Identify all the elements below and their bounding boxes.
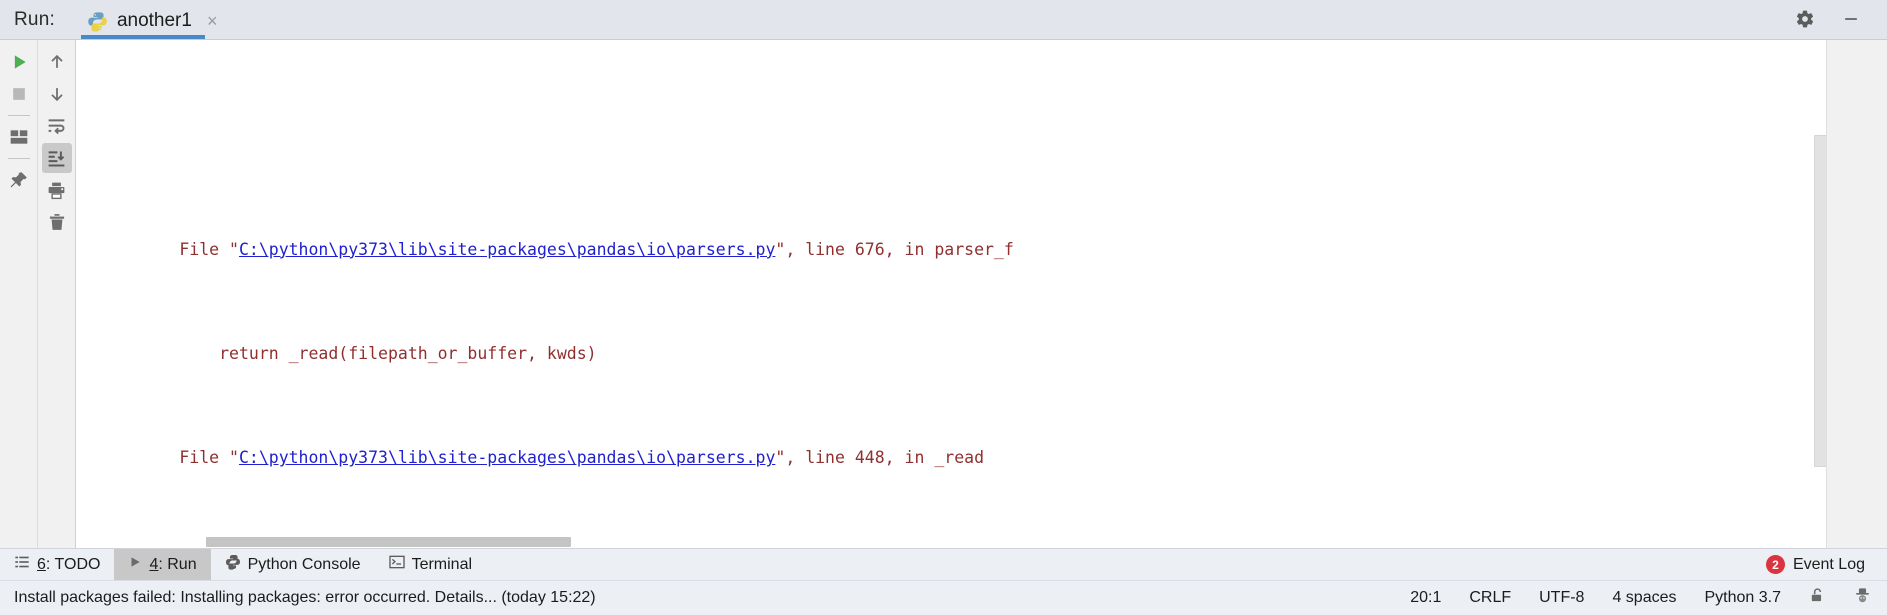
arrow-down-icon[interactable]: [42, 79, 72, 109]
indent-widget[interactable]: 4 spaces: [1612, 589, 1676, 607]
status-message[interactable]: Install packages failed: Installing pack…: [0, 589, 596, 607]
run-content-area: File "C:\python\py373\lib\site-packages\…: [0, 40, 1887, 548]
list-icon: [14, 554, 30, 575]
console-line: File "C:\python\py373\lib\site-packages\…: [80, 419, 1826, 467]
pin-icon[interactable]: [4, 165, 34, 195]
pycharm-run-window: Run: another1 × File "C:\python\py373\li…: [0, 0, 1887, 615]
tool-window-python-console[interactable]: Python Console: [211, 549, 375, 580]
tool-window-terminal[interactable]: Terminal: [375, 549, 486, 580]
trace-prefix: File ": [179, 239, 239, 259]
caret-position-widget[interactable]: 20:1: [1410, 589, 1441, 607]
rerun-button[interactable]: [4, 47, 34, 77]
trace-suffix: ", line 448, in _read: [775, 448, 985, 468]
status-bar-widgets: 20:1 CRLF UTF-8 4 spaces Python 3.7: [1410, 587, 1887, 609]
run-tab-title: another1: [116, 10, 192, 31]
tool-window-run[interactable]: 4: Run: [114, 549, 211, 580]
restore-layout-button[interactable]: [4, 122, 34, 152]
gear-icon[interactable]: [1795, 9, 1815, 29]
console-horizontal-scrollbar[interactable]: [76, 536, 1813, 548]
trash-icon[interactable]: [42, 207, 72, 237]
stop-button[interactable]: [4, 79, 34, 109]
run-label: Run:: [14, 9, 55, 30]
console-line: File "C:\python\py373\lib\site-packages\…: [80, 211, 1826, 259]
interpreter-widget[interactable]: Python 3.7: [1705, 589, 1782, 607]
tool-window-text: : TODO: [45, 555, 101, 573]
console-output[interactable]: File "C:\python\py373\lib\site-packages\…: [76, 40, 1826, 548]
event-log-label[interactable]: Event Log: [1793, 556, 1865, 574]
trace-suffix: ", line 676, in parser_f: [775, 239, 1014, 259]
soft-wrap-icon[interactable]: [42, 111, 72, 141]
header-window-controls: [1795, 9, 1887, 39]
event-log-area[interactable]: 2 Event Log: [1765, 549, 1887, 580]
terminal-icon: [388, 554, 405, 575]
console-line: File "C:\python\py373\lib\site-packages\…: [80, 106, 1826, 120]
tool-window-todo[interactable]: 6: TODO: [0, 549, 114, 580]
run-console-panel[interactable]: File "C:\python\py373\lib\site-packages\…: [76, 40, 1826, 548]
status-bar: Install packages failed: Installing pack…: [0, 580, 1887, 615]
play-small-icon: [128, 555, 142, 574]
tool-window-label: 6: TODO: [37, 556, 100, 574]
run-tool-window-header: Run: another1 ×: [0, 0, 1887, 40]
line-separator-widget[interactable]: CRLF: [1469, 589, 1511, 607]
toolbar-divider: [7, 158, 30, 159]
tool-window-bar: 6: TODO 4: Run Python Console Terminal 2…: [0, 548, 1887, 580]
console-line: return _read(filepath_or_buffer, kwds): [80, 315, 1826, 363]
file-link[interactable]: C:\python\py373\lib\site-packages\pandas…: [239, 240, 775, 259]
tab-active-underline: [80, 35, 206, 39]
code-text: return _read(filepath_or_buffer, kwds): [179, 344, 597, 364]
run-toolbar-left: [0, 40, 38, 548]
tool-window-text: : Run: [158, 555, 197, 573]
console-vertical-scrollbar[interactable]: [1813, 40, 1826, 548]
run-toolbar-right: [38, 40, 76, 548]
tool-window-mnemonic: 6: [37, 555, 46, 573]
tool-window-label: Python Console: [247, 555, 361, 573]
close-icon[interactable]: ×: [207, 12, 218, 30]
event-log-badge: 2: [1765, 555, 1785, 574]
arrow-up-icon[interactable]: [42, 47, 72, 77]
encoding-widget[interactable]: UTF-8: [1539, 589, 1584, 607]
unlock-icon[interactable]: [1809, 587, 1826, 609]
minimize-icon[interactable]: [1841, 9, 1861, 29]
toolbar-divider: [7, 115, 30, 116]
right-side-gutter: [1826, 40, 1887, 548]
trace-prefix: File ": [179, 448, 239, 468]
tool-window-label: 4: Run: [149, 556, 196, 574]
hector-hat-icon[interactable]: [1854, 587, 1871, 609]
console-vertical-scrollbar-thumb[interactable]: [1814, 135, 1826, 467]
printer-icon[interactable]: [42, 175, 72, 205]
tool-window-mnemonic: 4: [149, 555, 159, 573]
file-link[interactable]: C:\python\py373\lib\site-packages\pandas…: [239, 448, 775, 467]
python-icon: [225, 554, 241, 575]
tool-window-label: Terminal: [411, 555, 473, 573]
run-tab-another1[interactable]: another1 ×: [80, 10, 228, 39]
python-file-icon: [87, 11, 108, 32]
scroll-to-end-icon[interactable]: [41, 143, 72, 173]
console-horizontal-scrollbar-thumb[interactable]: [206, 537, 571, 547]
